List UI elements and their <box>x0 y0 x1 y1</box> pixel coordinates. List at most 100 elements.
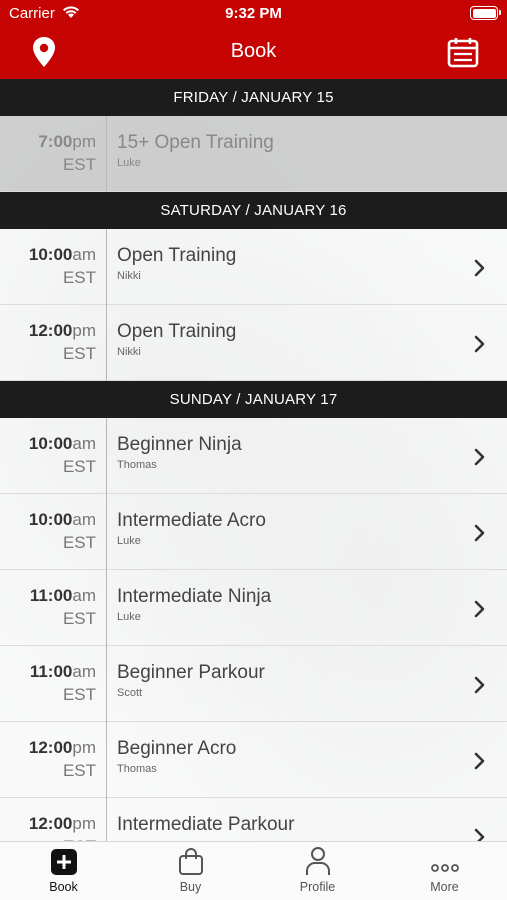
chevron-right-icon[interactable] <box>474 752 486 775</box>
tab-label: More <box>430 880 459 894</box>
class-row[interactable]: 12:00pm EST Open Training Nikki <box>0 305 507 381</box>
tab-book[interactable]: Book <box>0 842 127 900</box>
person-icon <box>254 842 381 876</box>
class-hour: 12:00 <box>28 321 73 340</box>
chevron-right-icon[interactable] <box>474 524 486 547</box>
class-time: 12:00pm EST <box>29 738 96 781</box>
class-row[interactable]: 12:00pm EST Beginner Acro Thomas <box>0 722 507 798</box>
class-instructor: Nikki <box>117 346 141 358</box>
class-timezone: EST <box>62 268 96 287</box>
class-row[interactable]: 10:00am EST Beginner Ninja Thomas <box>0 418 507 494</box>
row-divider <box>106 494 107 570</box>
row-divider <box>106 798 107 841</box>
class-name: Intermediate Ninja <box>117 586 272 607</box>
class-ampm: pm <box>72 321 96 340</box>
day-header: SATURDAY / JANUARY 16 <box>0 192 507 229</box>
class-name: Beginner Ninja <box>117 434 242 455</box>
class-hour: 12:00 <box>28 738 73 757</box>
row-divider <box>106 418 107 494</box>
class-instructor: Thomas <box>117 763 157 775</box>
tab-more[interactable]: More <box>381 842 507 900</box>
class-name: Open Training <box>117 321 237 342</box>
row-divider <box>106 722 107 798</box>
class-name: Open Training <box>117 245 237 266</box>
nav-bar: Book <box>0 27 507 79</box>
tab-label: Buy <box>179 880 202 894</box>
day-header: FRIDAY / JANUARY 15 <box>0 79 507 116</box>
class-name: Intermediate Acro <box>117 510 266 531</box>
class-time: 10:00am EST <box>29 510 96 553</box>
class-row: 7:00pm EST 15+ Open Training Luke <box>0 116 507 192</box>
chevron-right-icon[interactable] <box>474 828 486 841</box>
tab-buy[interactable]: Buy <box>127 842 254 900</box>
tab-profile[interactable]: Profile <box>254 842 381 900</box>
chevron-right-icon[interactable] <box>474 259 486 282</box>
class-row[interactable]: 11:00am EST Beginner Parkour Scott <box>0 646 507 722</box>
class-row[interactable]: 11:00am EST Intermediate Ninja Luke <box>0 570 507 646</box>
tab-label: Book <box>49 880 78 894</box>
status-bar: Carrier 9:32 PM <box>0 0 507 27</box>
page-title: Book <box>230 40 277 62</box>
row-divider <box>106 116 107 192</box>
class-time: 11:00am EST <box>30 662 96 705</box>
class-name: Beginner Acro <box>117 738 237 759</box>
class-hour: 11:00 <box>29 662 73 681</box>
class-ampm: am <box>72 434 96 453</box>
class-instructor: Luke <box>117 611 141 623</box>
class-timezone: EST <box>62 457 96 476</box>
class-time: 11:00am EST <box>30 586 96 629</box>
class-instructor: Luke <box>117 535 141 547</box>
chevron-right-icon[interactable] <box>474 600 486 623</box>
class-ampm: am <box>72 510 96 529</box>
class-timezone: EST <box>62 533 96 552</box>
class-ampm: am <box>72 586 96 605</box>
day-header: SUNDAY / JANUARY 17 <box>0 381 507 418</box>
class-ampm: am <box>72 662 96 681</box>
class-time: 10:00am EST <box>29 434 96 477</box>
clock: 9:32 PM <box>225 5 282 22</box>
class-name: 15+ Open Training <box>117 132 274 153</box>
chevron-right-icon[interactable] <box>474 676 486 699</box>
class-ampm: am <box>72 245 96 264</box>
row-divider <box>106 646 107 722</box>
class-instructor: Scott <box>117 687 143 699</box>
class-timezone: EST <box>62 155 96 174</box>
battery-icon <box>470 6 501 20</box>
class-row[interactable]: 10:00am EST Open Training Nikki <box>0 229 507 305</box>
chevron-right-icon[interactable] <box>474 448 486 471</box>
class-instructor: Thomas <box>117 459 157 471</box>
class-name: Beginner Parkour <box>117 662 265 683</box>
class-time: 10:00am EST <box>29 245 96 288</box>
class-time: 7:00pm EST <box>38 132 96 175</box>
class-timezone: EST <box>62 685 96 704</box>
class-hour: 11:00 <box>29 586 73 605</box>
class-hour: 7:00 <box>38 132 73 151</box>
row-divider <box>106 229 107 305</box>
class-name: Intermediate Parkour <box>117 814 295 835</box>
class-hour: 10:00 <box>28 434 73 453</box>
class-time: 12:00pm EST <box>29 814 96 841</box>
chevron-right-icon[interactable] <box>474 335 486 358</box>
class-schedule-list[interactable]: FRIDAY / JANUARY 15 7:00pm EST 15+ Open … <box>0 79 507 841</box>
class-row[interactable]: 12:00pm EST Intermediate Parkour <box>0 798 507 841</box>
class-ampm: pm <box>72 132 96 151</box>
class-timezone: EST <box>62 344 96 363</box>
row-divider <box>106 305 107 381</box>
class-timezone: EST <box>62 761 96 780</box>
class-instructor: Nikki <box>117 270 141 282</box>
tab-label: Profile <box>299 880 336 894</box>
class-row[interactable]: 10:00am EST Intermediate Acro Luke <box>0 494 507 570</box>
more-dots-icon <box>381 842 507 876</box>
row-divider <box>106 570 107 646</box>
class-timezone: EST <box>62 609 96 628</box>
class-hour: 10:00 <box>28 510 73 529</box>
calendar-icon[interactable] <box>447 36 479 73</box>
class-instructor: Luke <box>117 157 141 169</box>
plus-square-icon <box>0 842 127 876</box>
tab-bar: Book Buy Profile More <box>0 841 507 900</box>
class-hour: 12:00 <box>28 814 73 833</box>
class-ampm: pm <box>72 738 96 757</box>
class-time: 12:00pm EST <box>29 321 96 364</box>
class-ampm: pm <box>72 814 96 833</box>
class-hour: 10:00 <box>28 245 73 264</box>
